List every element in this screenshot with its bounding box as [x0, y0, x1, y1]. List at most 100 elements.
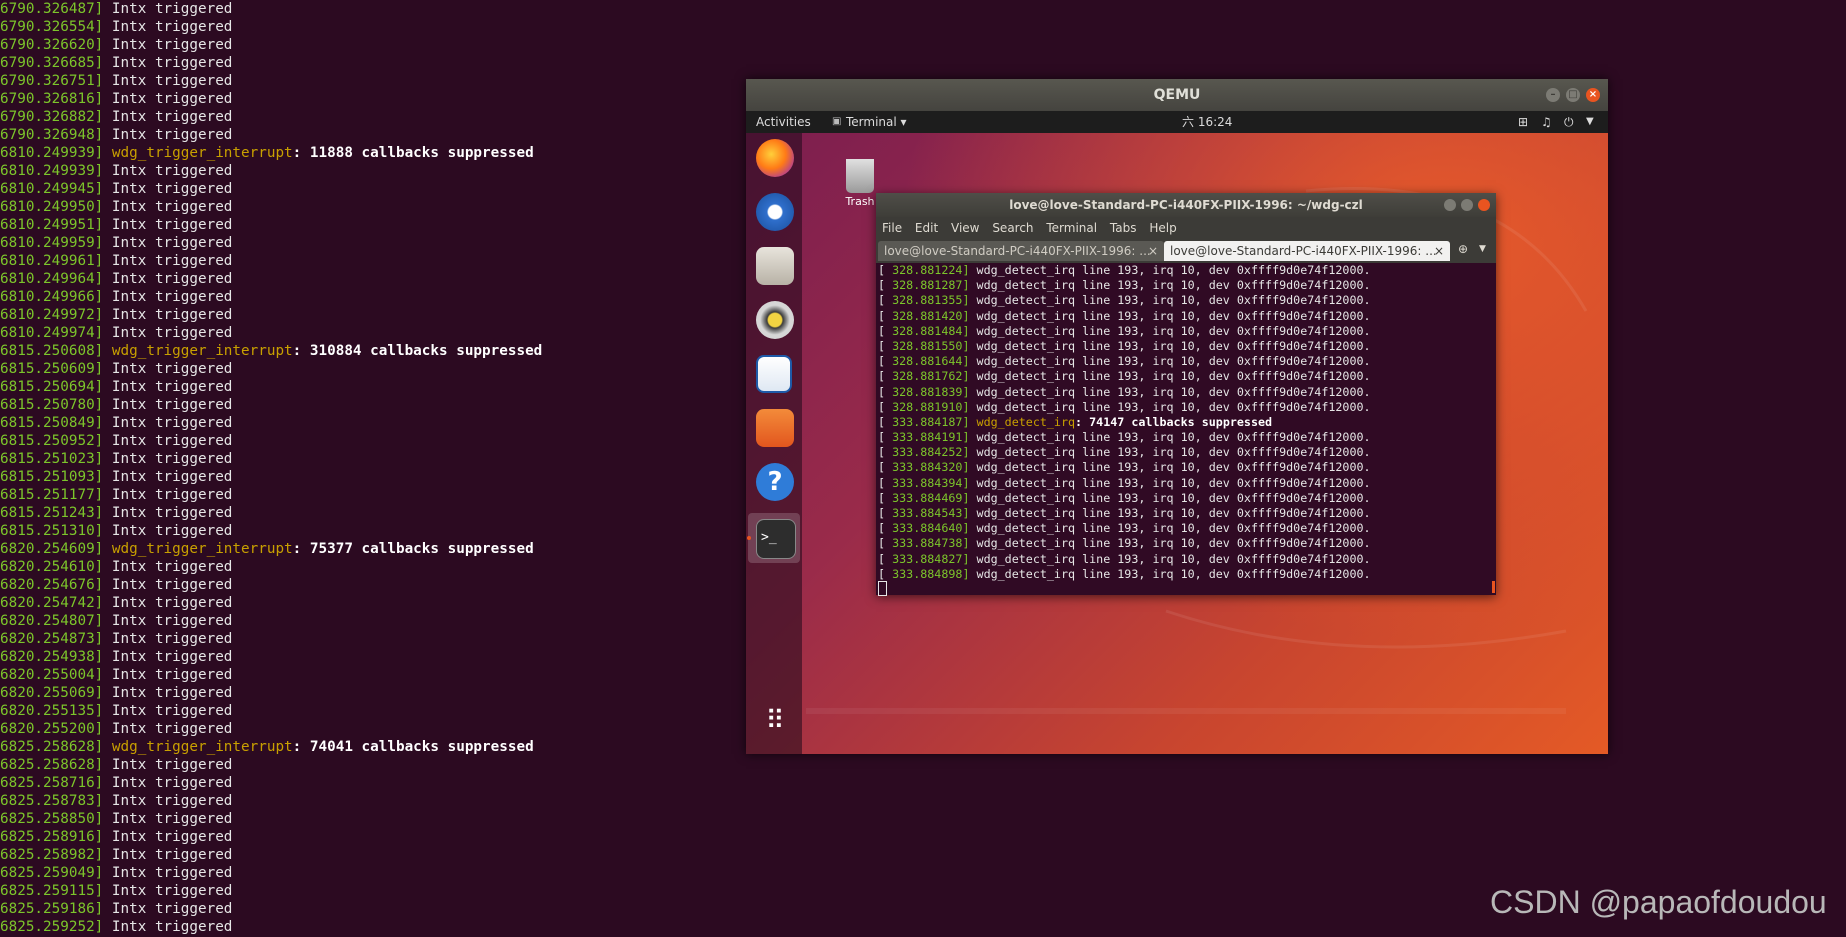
log-message: Intx triggered: [111, 307, 233, 323]
log-timestamp: 333.884252]: [892, 445, 970, 460]
log-function: wdg_trigger_interrupt: [111, 343, 293, 359]
new-tab-icon[interactable]: ⊕: [1458, 242, 1468, 256]
maximize-icon[interactable]: [1461, 199, 1473, 211]
terminal-output[interactable]: [ 328.881224] wdg_detect_irq line 193, i…: [876, 263, 1498, 595]
host-terminal-log[interactable]: 6790.326487] Intx triggered 6790.326554] …: [0, 0, 760, 937]
log-line: [ 328.881420] wdg_detect_irq line 193, i…: [878, 308, 1371, 323]
show-apps-icon[interactable]: ⠿: [760, 706, 790, 736]
log-message: wdg_detect_irq line 193, irq 10, dev 0xf…: [976, 354, 1371, 369]
log-timestamp: 6790.326685]: [0, 55, 104, 71]
close-icon[interactable]: ×: [1586, 88, 1600, 102]
menu-view[interactable]: View: [951, 221, 979, 235]
log-message: Intx triggered: [111, 613, 233, 629]
terminal-titlebar[interactable]: love@love-Standard-PC-i440FX-PIIX-1996: …: [876, 193, 1496, 217]
log-message: wdg_detect_irq line 193, irq 10, dev 0xf…: [976, 445, 1371, 460]
log-timestamp: 6810.249964]: [0, 271, 104, 287]
minimize-icon[interactable]: [1444, 199, 1456, 211]
log-message: wdg_detect_irq line 193, irq 10, dev 0xf…: [976, 551, 1371, 566]
log-timestamp: 333.884640]: [892, 521, 970, 536]
log-timestamp: 6820.254938]: [0, 649, 104, 665]
log-timestamp: 6825.258628]: [0, 739, 104, 755]
log-timestamp: 328.881420]: [892, 308, 970, 323]
log-message: Intx triggered: [111, 415, 233, 431]
log-timestamp: 6790.326751]: [0, 73, 104, 89]
terminal-icon[interactable]: >_: [756, 519, 796, 559]
menu-file[interactable]: File: [882, 221, 902, 235]
tab-label: love@love-Standard-PC-i440FX-PIIX-1996: …: [884, 244, 1151, 258]
software-icon[interactable]: [756, 409, 794, 447]
log-message: Intx triggered: [111, 811, 233, 827]
activities-button[interactable]: Activities: [756, 111, 811, 133]
minimize-icon[interactable]: –: [1546, 88, 1560, 102]
app-menu[interactable]: Terminal ▾: [846, 111, 907, 133]
log-timestamp: 6820.254807]: [0, 613, 104, 629]
maximize-icon[interactable]: □: [1566, 88, 1580, 102]
log-line: 6810.249959] Intx triggered: [0, 234, 760, 252]
close-icon[interactable]: [1478, 199, 1490, 211]
chevron-down-icon[interactable]: ▼: [1479, 244, 1486, 254]
rhythmbox-icon[interactable]: [756, 301, 794, 339]
log-timestamp: 328.881484]: [892, 323, 970, 338]
firefox-icon[interactable]: [756, 139, 794, 177]
menu-edit[interactable]: Edit: [915, 221, 938, 235]
log-line: 6810.249945] Intx triggered: [0, 180, 760, 198]
log-message: Intx triggered: [111, 559, 233, 575]
menu-tabs[interactable]: Tabs: [1110, 221, 1137, 235]
log-timestamp: 6820.254676]: [0, 577, 104, 593]
power-icon[interactable]: ⏻: [1564, 111, 1574, 133]
log-suppressed-message: : 310884 callbacks suppressed: [292, 343, 543, 359]
log-function: wdg_trigger_interrupt: [111, 541, 293, 557]
clock[interactable]: 六 16:24: [1182, 111, 1232, 133]
thunderbird-icon[interactable]: [756, 193, 794, 231]
log-line: [ 333.884320] wdg_detect_irq line 193, i…: [878, 460, 1371, 475]
log-timestamp: 6810.249945]: [0, 181, 104, 197]
log-timestamp: 6790.326882]: [0, 109, 104, 125]
log-timestamp: 6820.255069]: [0, 685, 104, 701]
tab-1[interactable]: love@love-Standard-PC-i440FX-PIIX-1996: …: [878, 241, 1164, 261]
volume-icon[interactable]: ♫: [1541, 111, 1552, 133]
log-message: wdg_detect_irq line 193, irq 10, dev 0xf…: [976, 323, 1371, 338]
log-line: 6810.249939] Intx triggered: [0, 162, 760, 180]
log-line: 6820.255004] Intx triggered: [0, 666, 760, 684]
help-icon[interactable]: ?: [756, 463, 794, 501]
log-timestamp: 6825.258916]: [0, 829, 104, 845]
menu-help[interactable]: Help: [1149, 221, 1176, 235]
log-message: wdg_detect_irq line 193, irq 10, dev 0xf…: [976, 308, 1371, 323]
log-timestamp: 6790.326487]: [0, 1, 104, 17]
log-timestamp: 6825.258982]: [0, 847, 104, 863]
scrollbar-handle[interactable]: [1492, 581, 1495, 593]
files-icon[interactable]: [756, 247, 794, 285]
writer-icon[interactable]: [756, 355, 792, 393]
log-message: wdg_detect_irq line 193, irq 10, dev 0xf…: [976, 399, 1371, 414]
log-line: [ 333.884898] wdg_detect_irq line 193, i…: [878, 566, 1371, 581]
trash-desktop-icon[interactable]: Trash: [840, 159, 880, 208]
network-icon[interactable]: ⊞: [1518, 111, 1528, 133]
log-message: Intx triggered: [111, 325, 233, 341]
log-line: 6790.326948] Intx triggered: [0, 126, 760, 144]
log-timestamp: 6825.259252]: [0, 919, 104, 935]
log-message: Intx triggered: [111, 793, 233, 809]
menu-search[interactable]: Search: [992, 221, 1033, 235]
watermark: CSDN @papaofdoudou: [1490, 884, 1827, 920]
chevron-down-icon[interactable]: ▼: [1586, 111, 1594, 133]
menu-terminal[interactable]: Terminal: [1046, 221, 1097, 235]
log-line: 6825.259115] Intx triggered: [0, 882, 760, 900]
log-message: wdg_detect_irq line 193, irq 10, dev 0xf…: [976, 384, 1371, 399]
log-message: Intx triggered: [111, 163, 233, 179]
tab-close-icon[interactable]: ×: [1434, 241, 1444, 261]
log-timestamp: 333.884469]: [892, 490, 970, 505]
log-message: Intx triggered: [111, 757, 233, 773]
top-bar: Activities ▣ Terminal ▾ 六 16:24 ⊞ ♫ ⏻ ▼: [746, 111, 1608, 133]
log-message: Intx triggered: [111, 253, 233, 269]
tab-2[interactable]: love@love-Standard-PC-i440FX-PIIX-1996: …: [1164, 241, 1450, 261]
log-message: Intx triggered: [111, 289, 233, 305]
log-timestamp: 6825.259115]: [0, 883, 104, 899]
log-line: [ 328.881550] wdg_detect_irq line 193, i…: [878, 338, 1371, 353]
guest-terminal-window[interactable]: love@love-Standard-PC-i440FX-PIIX-1996: …: [876, 193, 1498, 596]
log-timestamp: 6790.326948]: [0, 127, 104, 143]
log-suppressed-message: : 74147 callbacks suppressed: [1075, 414, 1273, 429]
tab-close-icon[interactable]: ×: [1148, 241, 1158, 261]
qemu-titlebar[interactable]: QEMU – □ ×: [746, 79, 1608, 111]
log-timestamp: 6825.258628]: [0, 757, 104, 773]
qemu-window[interactable]: QEMU – □ × Activities ▣ Terminal ▾ 六 16:…: [746, 79, 1608, 754]
